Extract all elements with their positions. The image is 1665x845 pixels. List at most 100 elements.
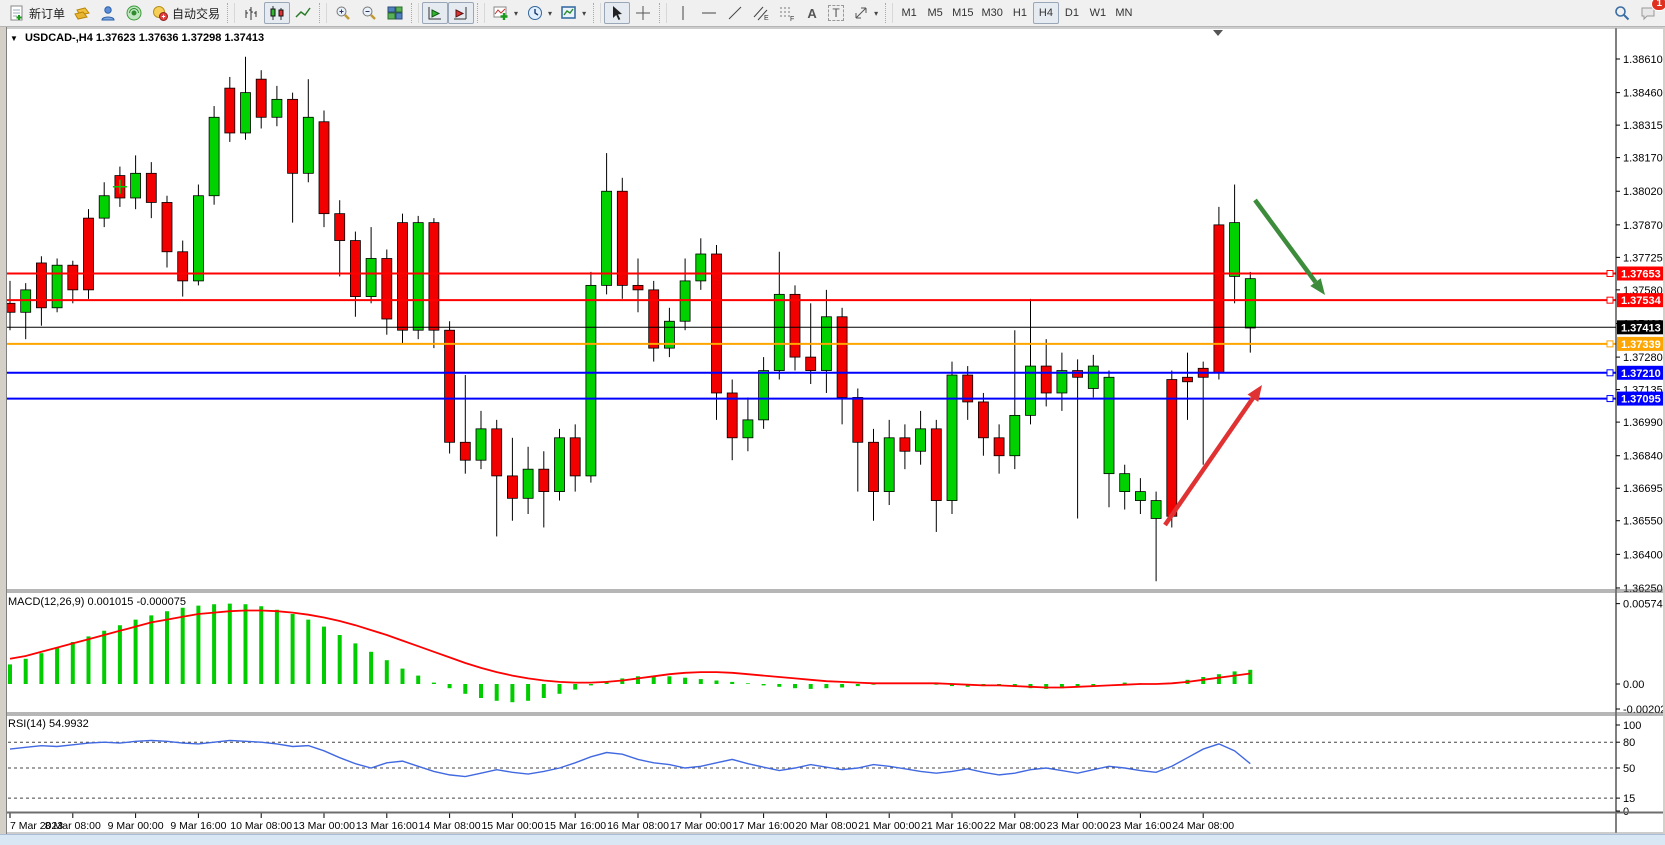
timeframe-w1-button[interactable]: W1 xyxy=(1085,2,1111,24)
svg-text:100: 100 xyxy=(1623,720,1641,732)
crosshair-button[interactable] xyxy=(630,2,656,24)
separator xyxy=(411,3,419,23)
chevron-down-icon: ▾ xyxy=(548,9,552,18)
rsi-name: RSI(14) xyxy=(8,718,46,730)
trendline-icon xyxy=(726,4,744,22)
timeframe-h1-button[interactable]: H1 xyxy=(1007,2,1033,24)
zoom-out-button[interactable] xyxy=(356,2,382,24)
zoom-in-button[interactable] xyxy=(330,2,356,24)
toolbar: 新订单 自动交易 xyxy=(0,0,1665,27)
rsi-value: 54.9932 xyxy=(49,718,89,730)
low-value: 1.37298 xyxy=(182,32,222,44)
chevron-down-icon: ▾ xyxy=(514,9,518,18)
clock-icon xyxy=(526,4,544,22)
tile-windows-button[interactable] xyxy=(382,2,408,24)
profile-button[interactable] xyxy=(95,2,121,24)
gold-ingot-icon xyxy=(73,4,91,22)
new-order-button[interactable]: 新订单 xyxy=(4,2,69,24)
label-tool-icon: T xyxy=(828,5,843,21)
signals-button[interactable] xyxy=(121,2,147,24)
timeframe-m5-button[interactable]: M5 xyxy=(922,2,948,24)
price-axis[interactable]: 1.386101.384601.383151.381701.380201.378… xyxy=(1616,28,1665,833)
macd-signal-value: -0.000075 xyxy=(136,596,186,608)
timeframe-m30-button[interactable]: M30 xyxy=(978,2,1007,24)
timeframe-d1-button[interactable]: D1 xyxy=(1059,2,1085,24)
svg-text:15 Mar 00:00: 15 Mar 00:00 xyxy=(481,820,543,832)
svg-text:16 Mar 08:00: 16 Mar 08:00 xyxy=(607,820,669,832)
svg-text:F: F xyxy=(790,16,794,22)
svg-text:1.37413: 1.37413 xyxy=(1621,322,1661,334)
svg-text:0.00: 0.00 xyxy=(1623,679,1644,691)
status-strip xyxy=(0,834,1665,845)
svg-text:1.37210: 1.37210 xyxy=(1621,368,1661,380)
chevron-down-icon: ▾ xyxy=(582,9,586,18)
line-chart-icon xyxy=(294,4,312,22)
trendline-button[interactable] xyxy=(722,2,748,24)
svg-text:9 Mar 16:00: 9 Mar 16:00 xyxy=(170,820,226,832)
auto-trading-button[interactable]: 自动交易 xyxy=(147,2,224,24)
cursor-icon xyxy=(608,4,626,22)
svg-text:13 Mar 00:00: 13 Mar 00:00 xyxy=(293,820,355,832)
chat-button[interactable]: 1 xyxy=(1635,2,1661,24)
label-button[interactable]: T xyxy=(824,2,848,24)
new-order-label: 新订单 xyxy=(29,5,65,22)
svg-text:1.37339: 1.37339 xyxy=(1621,339,1661,351)
bar-chart-button[interactable] xyxy=(238,2,264,24)
periods-button[interactable]: ▾ xyxy=(522,2,556,24)
templates-button[interactable]: ▾ xyxy=(556,2,590,24)
equidistant-channel-icon: E xyxy=(752,4,770,22)
search-button[interactable] xyxy=(1609,2,1635,24)
svg-text:E: E xyxy=(764,15,769,22)
channel-button[interactable]: E xyxy=(748,2,774,24)
svg-text:21 Mar 16:00: 21 Mar 16:00 xyxy=(921,820,983,832)
horizontal-line-icon xyxy=(700,4,718,22)
svg-text:22 Mar 08:00: 22 Mar 08:00 xyxy=(984,820,1046,832)
svg-text:1.38020: 1.38020 xyxy=(1623,186,1663,198)
svg-text:14 Mar 08:00: 14 Mar 08:00 xyxy=(419,820,481,832)
candlestick-chart-button[interactable] xyxy=(264,2,290,24)
expander-triangle-icon[interactable]: ▼ xyxy=(10,34,18,43)
svg-text:0.005741: 0.005741 xyxy=(1623,599,1665,611)
svg-text:1.36840: 1.36840 xyxy=(1623,451,1663,463)
rsi-label: RSI(14) 54.9932 xyxy=(8,718,89,730)
svg-text:50: 50 xyxy=(1623,763,1635,775)
template-icon xyxy=(560,4,578,22)
svg-text:10 Mar 08:00: 10 Mar 08:00 xyxy=(230,820,292,832)
timeframe-m1-button[interactable]: M1 xyxy=(896,2,922,24)
indicators-button[interactable]: ▾ xyxy=(488,2,522,24)
horizontal-line-button[interactable] xyxy=(696,2,722,24)
vertical-line-button[interactable] xyxy=(670,2,696,24)
auto-scroll-button[interactable] xyxy=(422,2,448,24)
chart-canvas[interactable]: 1.386101.384601.383151.381701.380201.378… xyxy=(0,0,1665,845)
separator xyxy=(227,3,235,23)
svg-text:23 Mar 00:00: 23 Mar 00:00 xyxy=(1047,820,1109,832)
cursor-button[interactable] xyxy=(604,2,630,24)
svg-text:1.36400: 1.36400 xyxy=(1623,549,1663,561)
line-chart-button[interactable] xyxy=(290,2,316,24)
svg-text:1.36550: 1.36550 xyxy=(1623,516,1663,528)
svg-text:13 Mar 16:00: 13 Mar 16:00 xyxy=(356,820,418,832)
svg-text:1.36990: 1.36990 xyxy=(1623,417,1663,429)
symbol-period-label: USDCAD-,H4 xyxy=(25,32,93,44)
svg-text:1.37870: 1.37870 xyxy=(1623,220,1663,232)
svg-text:21 Mar 00:00: 21 Mar 00:00 xyxy=(858,820,920,832)
crosshair-icon xyxy=(634,4,652,22)
fibonacci-icon: F xyxy=(778,4,796,22)
timeframe-h4-button[interactable]: H4 xyxy=(1033,2,1059,24)
search-icon xyxy=(1613,4,1631,22)
zoom-out-icon xyxy=(360,4,378,22)
chart-shift-button[interactable] xyxy=(448,2,474,24)
timeframe-mn-button[interactable]: MN xyxy=(1111,2,1137,24)
timeframe-m15-button[interactable]: M15 xyxy=(948,2,977,24)
macd-label: MACD(12,26,9) 0.001015 -0.000075 xyxy=(8,596,186,608)
macd-value: 0.001015 xyxy=(87,596,133,608)
arrows-button[interactable]: ▾ xyxy=(848,2,882,24)
fibonacci-button[interactable]: F xyxy=(774,2,800,24)
auto-trading-label: 自动交易 xyxy=(172,5,220,22)
macd-name: MACD(12,26,9) xyxy=(8,596,84,608)
gold-ingot-button[interactable] xyxy=(69,2,95,24)
chart-title: ▼ USDCAD-,H4 1.37623 1.37636 1.37298 1.3… xyxy=(10,32,264,44)
text-tool-icon: A xyxy=(807,6,816,21)
text-button[interactable]: A xyxy=(800,2,824,24)
separator xyxy=(319,3,327,23)
